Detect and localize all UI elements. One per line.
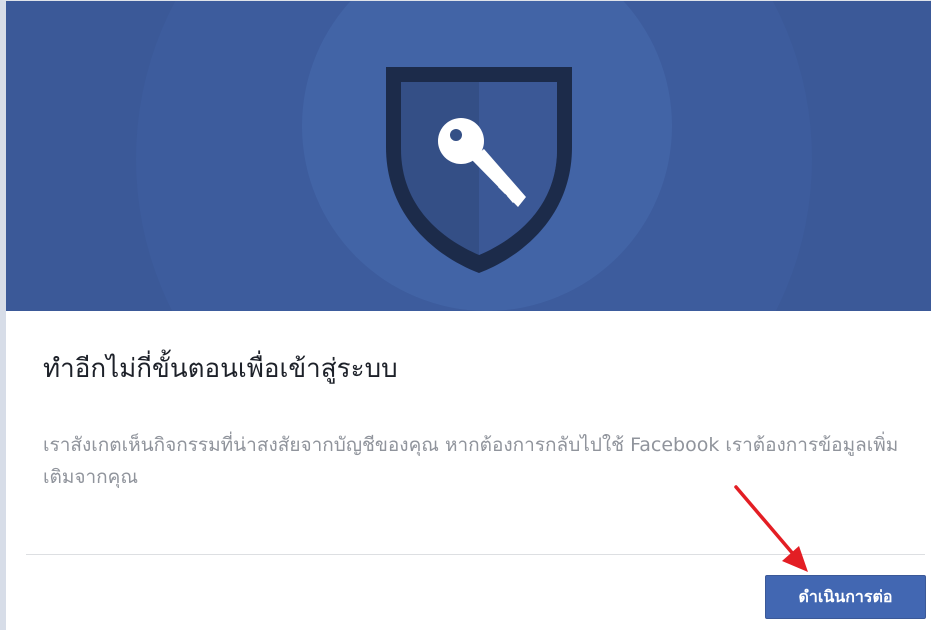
dialog-message: เราสังเกตเห็นกิจกรรมที่น่าสงสัยจากบัญชีข… — [43, 434, 899, 488]
shield-key-icon — [386, 67, 572, 273]
red-arrow-icon — [734, 485, 808, 572]
hero-banner — [6, 1, 931, 311]
continue-button[interactable]: ดำเนินการต่อ — [765, 575, 926, 619]
footer-divider — [26, 554, 925, 555]
dialog-title: ทำอีกไม่กี่ขั้นตอนเพื่อเข้าสู่ระบบ — [43, 354, 398, 384]
security-checkpoint-dialog: ทำอีกไม่กี่ขั้นตอนเพื่อเข้าสู่ระบบ เราสั… — [0, 0, 931, 630]
